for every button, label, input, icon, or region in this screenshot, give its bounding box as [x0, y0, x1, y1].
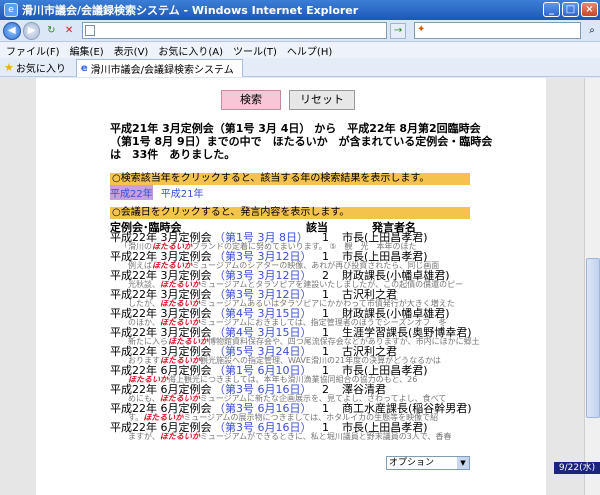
year-links: 平成22年 平成21年: [110, 185, 203, 200]
close-button[interactable]: ×: [581, 2, 598, 17]
table-row: 平成22年 3月定例会 （第3号 3月12日） 2 財政課長(小幡卓雄君) 光秋談、ほ…: [110, 270, 510, 289]
menu-view[interactable]: 表示(V): [114, 43, 149, 58]
content-viewport: 検索 リセット 平成21年 3月定例会（第1号 3月 4日） から 平成22年 …: [0, 78, 600, 495]
date-instruction: ○会議日をクリックすると、発言内容を表示します。: [110, 207, 470, 219]
stop-icon[interactable]: ✕: [62, 24, 76, 38]
year-link-h22[interactable]: 平成22年: [110, 185, 153, 200]
result-summary: 平成21年 3月定例会（第1号 3月 4日） から 平成22年 8月第2回臨時会…: [110, 122, 493, 161]
forward-arrow-icon[interactable]: ▶: [22, 21, 41, 40]
go-button[interactable]: →: [390, 22, 406, 39]
table-row: 平成22年 3月定例会 （第1号 3月 8日） 1 市長(上田昌孝君) 「滑川のほたるい…: [110, 232, 510, 251]
scroll-thumb[interactable]: [586, 258, 600, 418]
snippet-pre: ますが、: [120, 432, 160, 441]
summary-line: は 33件 ありました。: [110, 148, 236, 161]
search-button[interactable]: 検索: [221, 90, 281, 110]
live-search-icon: ✦: [416, 24, 426, 35]
search-icon[interactable]: ⌕: [584, 23, 600, 39]
snippet-highlight: ほたるいか: [159, 432, 200, 441]
menu-file[interactable]: ファイル(F): [6, 43, 60, 58]
address-bar: ◀ ▶ ↻ ✕ → ✦ ⌕: [0, 20, 600, 42]
year-link-h21[interactable]: 平成21年: [161, 185, 204, 200]
title-bar: e 滑川市議会/会議録検索システム - Windows Internet Exp…: [0, 0, 600, 20]
maximize-button[interactable]: □: [562, 2, 579, 17]
star-icon: ★: [4, 60, 14, 74]
table-row: 平成22年 6月定例会 （第1号 6月10日） 1 市長(上田昌孝君) ほたるいか海上…: [110, 365, 510, 384]
snippet-post: ミュージアムができるときに、私と堀川議員と野末議員の3人で、香春: [199, 432, 452, 441]
tab-label: 滑川市議会/会議録検索システム: [90, 64, 234, 76]
results-list: 平成22年 3月定例会 （第1号 3月 8日） 1 市長(上田昌孝君) 「滑川のほたるい…: [110, 232, 510, 441]
row-snippet: ますが、ほたるいかミュージアムができるときに、私と堀川議員と野末議員の3人で、香…: [120, 433, 452, 441]
favorites-label: お気に入り: [15, 63, 66, 75]
table-row: 平成22年 6月定例会 （第3号 6月16日） 1 市長(上田昌孝君) ますが、ほたる…: [110, 422, 510, 441]
menu-help[interactable]: ヘルプ(H): [287, 43, 332, 58]
reset-button[interactable]: リセット: [289, 90, 355, 110]
table-row: 平成22年 3月定例会 （第5号 3月24日） 1 古沢利之君 おりますほたるいか観光…: [110, 346, 510, 365]
favorites-bar: ★ お気に入り e 滑川市議会/会議録検索システム: [0, 58, 600, 77]
table-row: 平成22年 3月定例会 （第4号 3月15日） 1 財政課長(小幡卓雄君) のほか、ほ…: [110, 308, 510, 327]
year-instruction: ○検索該当年をクリックすると、該当する年の検索結果を表示します。: [110, 173, 470, 185]
minimize-button[interactable]: _: [543, 2, 560, 17]
back-arrow-icon[interactable]: ◀: [3, 21, 21, 40]
chevron-down-icon: ▼: [457, 457, 469, 469]
option-label: オプション: [389, 458, 435, 468]
window-title: 滑川市議会/会議録検索システム - Windows Internet Explo…: [22, 4, 359, 17]
menu-bar: ファイル(F) 編集(E) 表示(V) お気に入り(A) ツール(T) ヘルプ(…: [0, 42, 600, 58]
menu-edit[interactable]: 編集(E): [70, 43, 104, 58]
url-input[interactable]: [82, 22, 388, 39]
summary-line: 平成21年 3月定例会（第1号 3月 4日） から 平成22年 8月第2回臨時会: [110, 122, 481, 135]
menu-tools[interactable]: ツール(T): [233, 43, 277, 58]
menu-favorites[interactable]: お気に入り(A): [158, 43, 223, 58]
table-row: 平成22年 3月定例会 （第4号 3月15日） 1 生涯学習課長(奥野博幸君) 新たに…: [110, 327, 510, 346]
table-row: 平成22年 3月定例会 （第3号 3月12日） 1 市長(上田昌孝君) 例えばほたるい…: [110, 251, 510, 270]
table-row: 平成22年 6月定例会 （第3号 6月16日） 2 澤谷清君 めにも、ほたるいかミュー…: [110, 384, 510, 403]
option-select[interactable]: オプション ▼: [386, 456, 470, 470]
search-input[interactable]: ✦: [413, 22, 582, 39]
refresh-icon[interactable]: ↻: [44, 24, 58, 38]
vertical-scrollbar[interactable]: [584, 78, 600, 495]
summary-line: （第1号 8月 9日）までの中で ほたるいか が含まれている定例会・臨時会: [110, 135, 493, 148]
table-row: 平成22年 6月定例会 （第3号 6月16日） 1 商工水産課長(稲谷幹男君) す。ほ…: [110, 403, 510, 422]
ie-icon: e: [4, 3, 18, 17]
ie-tab-icon: e: [80, 62, 88, 74]
table-row: 平成22年 3月定例会 （第3号 3月12日） 1 古沢利之君 したが、ほたるいかミュ…: [110, 289, 510, 308]
tab-active[interactable]: e 滑川市議会/会議録検索システム: [75, 58, 243, 77]
favorites-button[interactable]: ★ お気に入り: [4, 60, 66, 75]
page-body: 検索 リセット 平成21年 3月定例会（第1号 3月 4日） から 平成22年 …: [36, 78, 546, 495]
page-icon: [85, 25, 95, 36]
date-badge: 9/22(水): [554, 462, 600, 474]
